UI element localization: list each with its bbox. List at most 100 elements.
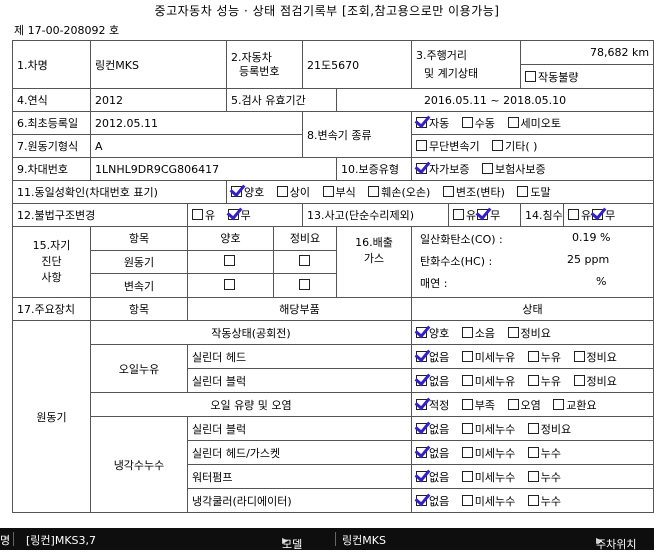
checkbox-checked[interactable]	[416, 163, 428, 174]
checkbox[interactable]	[507, 117, 519, 128]
vin-value: 1LNHL9DR9CG806417	[89, 157, 338, 181]
state-3: 적정 부족 오염 교환요	[411, 392, 654, 417]
checkbox-checked[interactable]	[416, 446, 428, 458]
checkbox-checked[interactable]	[416, 326, 428, 338]
checkbox[interactable]	[416, 140, 428, 151]
checkbox[interactable]	[527, 350, 539, 362]
engine-type-label: 7.원동기형식	[12, 134, 91, 158]
checkbox[interactable]	[276, 186, 288, 197]
checkbox[interactable]	[461, 494, 473, 506]
car-name-label: 1.차명	[12, 40, 91, 89]
checkbox[interactable]	[453, 209, 465, 220]
checkbox[interactable]	[298, 255, 310, 267]
checkbox[interactable]	[492, 140, 504, 151]
self-col-repair: 정비요	[272, 226, 338, 251]
state-2: 없음 미세누유 누유 정비요	[411, 368, 654, 393]
group-engine: 원동기	[12, 320, 91, 513]
accident-options: 유무	[448, 203, 522, 227]
checkbox-checked[interactable]	[592, 209, 604, 220]
co-label: 일산화탄소(CO) :	[420, 233, 503, 246]
smoke-label: 매연 :	[420, 277, 448, 290]
checkbox[interactable]	[461, 398, 473, 410]
checkbox[interactable]	[527, 494, 539, 506]
state-1: 없음 미세누유 누유 정비요	[411, 344, 654, 369]
state-5: 없음 미세누수 누수	[411, 440, 654, 465]
checkbox[interactable]	[527, 374, 539, 386]
transmission-options-1: 자동 수동 세미오토	[411, 111, 654, 135]
checkbox[interactable]	[527, 446, 539, 458]
year-label: 4.연식	[12, 88, 91, 112]
part-2: 실린더 블럭	[186, 368, 413, 393]
checkbox[interactable]	[461, 470, 473, 482]
part-5: 실린더 헤드/가스켓	[186, 440, 413, 465]
warranty-options: 자가보증 보험사보증	[411, 157, 654, 181]
checkbox[interactable]	[507, 398, 519, 410]
hc-value: 25 ppm	[567, 253, 610, 266]
checkbox[interactable]	[517, 186, 529, 197]
model-value: 링컨MKS	[342, 534, 386, 547]
checkbox[interactable]	[573, 374, 585, 386]
checkbox[interactable]	[482, 163, 493, 174]
checkbox[interactable]	[568, 209, 580, 220]
checkbox[interactable]	[224, 279, 235, 291]
sub-coolant-leak: 냉각수누수	[90, 416, 188, 513]
checkbox[interactable]	[461, 422, 473, 434]
checkbox-checked[interactable]	[477, 209, 489, 220]
part-0: 작동상태(공회전)	[89, 320, 413, 345]
bottom-left-label: 명	[0, 534, 11, 547]
state-6: 없음 미세누수 누수	[411, 464, 654, 489]
checkbox-checked[interactable]	[416, 422, 428, 434]
checkbox[interactable]	[298, 279, 310, 291]
transmission-label: 8.변속기 종류	[302, 111, 413, 158]
part-3: 오일 유량 및 오염	[89, 392, 413, 417]
valid-period-label: 5.검사 유효기간	[225, 88, 338, 112]
car-name-value: 링컨MKS	[90, 40, 227, 89]
co-value: 0.19 %	[572, 231, 611, 244]
valid-period-value: 2016.05.11 ~ 2018.05.10	[336, 88, 654, 112]
checkbox[interactable]	[461, 117, 473, 128]
checkbox-checked[interactable]	[227, 209, 239, 220]
checkbox-checked[interactable]	[416, 494, 428, 506]
checkbox[interactable]	[507, 326, 519, 338]
first-reg-value: 2012.05.11	[89, 111, 304, 135]
reg-number-value: 21도5670	[302, 40, 413, 89]
hc-label: 탄화수소(HC) :	[420, 255, 493, 268]
inspection-form: 1.차명 링컨MKS 2.자동차 등록번호 21도5670 3.주행거리 및 계기상…	[12, 40, 654, 513]
emission-label: 16.배출 가스	[336, 226, 413, 298]
self-col-good: 양호	[187, 226, 274, 251]
checkbox[interactable]	[461, 374, 473, 386]
checkbox[interactable]	[224, 255, 235, 267]
part-6: 워터펌프	[186, 464, 413, 489]
checkbox-checked[interactable]	[416, 350, 428, 362]
vin-label: 9.차대번호	[12, 157, 91, 181]
checkbox[interactable]	[368, 186, 380, 197]
checkbox-checked[interactable]	[231, 186, 242, 197]
checkbox[interactable]	[553, 398, 565, 410]
mileage-label: 3.주행거리 및 계기상태	[411, 40, 522, 89]
state-7: 없음 미세누수 누수	[411, 488, 654, 513]
checkbox-checked[interactable]	[416, 398, 428, 410]
checkbox[interactable]	[461, 326, 473, 338]
checkbox[interactable]	[573, 350, 585, 362]
identity-label: 11.동일성확인(차대번호 표기)	[12, 180, 227, 204]
checkbox[interactable]	[322, 186, 334, 197]
checkbox-checked[interactable]	[416, 374, 428, 386]
self-row-engine: 원동기	[90, 249, 188, 275]
engine-type-value: A	[89, 134, 304, 158]
checkbox-checked[interactable]	[416, 470, 428, 482]
checkbox[interactable]	[527, 470, 539, 482]
doc-title: 중고자동차 성능 · 상태 점검기록부 [조회,참고용으로만 이용가능]	[154, 4, 500, 18]
first-reg-label: 6.최초등록일	[12, 111, 91, 135]
checkbox[interactable]	[461, 350, 473, 362]
checkbox[interactable]	[442, 186, 454, 197]
checkbox[interactable]	[527, 422, 539, 434]
checkbox[interactable]	[525, 70, 537, 82]
self-diagnosis-label: 15.자기 진단 사항	[12, 226, 91, 298]
checkbox[interactable]	[461, 446, 473, 458]
checkbox[interactable]	[192, 209, 203, 220]
main-col-item: 항목	[90, 297, 188, 321]
mileage-value: 78,682 km	[520, 40, 654, 65]
emission-values: 일산화탄소(CO) : 0.19 % 탄화수소(HC) : 25 ppm 매연 …	[411, 226, 654, 298]
bottom-info-bar: 명 [링컨]MKS3,7 ▶ 모델 링컨MKS ▶ 주차위치	[0, 528, 654, 551]
checkbox-checked[interactable]	[416, 117, 428, 128]
